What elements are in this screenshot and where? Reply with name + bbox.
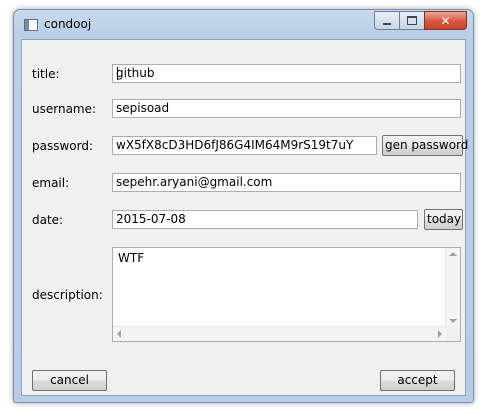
app-window-icon [24,19,38,31]
window-title: condooj [44,17,92,31]
title-input-value: github [116,66,155,80]
scroll-corner [446,327,460,341]
email-input-value: sepehr.aryani@gmail.com [116,175,273,189]
vertical-scrollbar[interactable] [445,248,460,327]
maximize-icon [407,16,417,25]
today-button[interactable]: today [424,209,463,230]
accept-button[interactable]: accept [380,370,455,391]
description-textarea[interactable]: WTF [112,247,461,342]
text-caret [117,67,118,80]
maximize-button[interactable] [399,11,424,30]
scroll-right-icon[interactable] [438,330,442,338]
close-button[interactable]: ✕ [424,11,467,30]
password-label: password: [32,139,94,153]
dialog-body: title: github username: sepisoad passwor… [21,39,468,396]
date-label: date: [32,213,64,227]
minimize-button[interactable] [374,11,399,30]
username-label: username: [32,102,97,116]
username-input[interactable]: sepisoad [112,99,461,118]
caption-buttons: ✕ [374,11,467,30]
password-input[interactable]: wX5fX8cD3HD6fJ86G4IM64M9rS19t7uY [112,136,377,155]
cancel-button[interactable]: cancel [32,370,107,391]
title-input[interactable]: github [112,64,461,83]
title-label: title: [32,67,60,81]
description-value: WTF [118,251,145,265]
password-input-value: wX5fX8cD3HD6fJ86G4IM64M9rS19t7uY [116,138,354,152]
date-input-value: 2015-07-08 [116,212,186,226]
title-bar[interactable]: condooj ✕ [14,10,473,39]
horizontal-scrollbar[interactable] [113,326,446,341]
email-label: email: [32,176,70,190]
username-input-value: sepisoad [116,101,170,115]
close-icon: ✕ [440,13,451,28]
dialog-window: condooj ✕ title: github username: sepiso… [13,9,474,403]
scroll-up-icon[interactable] [449,252,457,256]
description-label: description: [32,288,103,302]
minimize-icon [383,22,391,25]
gen-password-button[interactable]: gen password [382,135,468,156]
date-input[interactable]: 2015-07-08 [112,210,418,229]
email-input[interactable]: sepehr.aryani@gmail.com [112,173,461,192]
scroll-down-icon[interactable] [449,319,457,323]
scroll-left-icon[interactable] [117,330,121,338]
